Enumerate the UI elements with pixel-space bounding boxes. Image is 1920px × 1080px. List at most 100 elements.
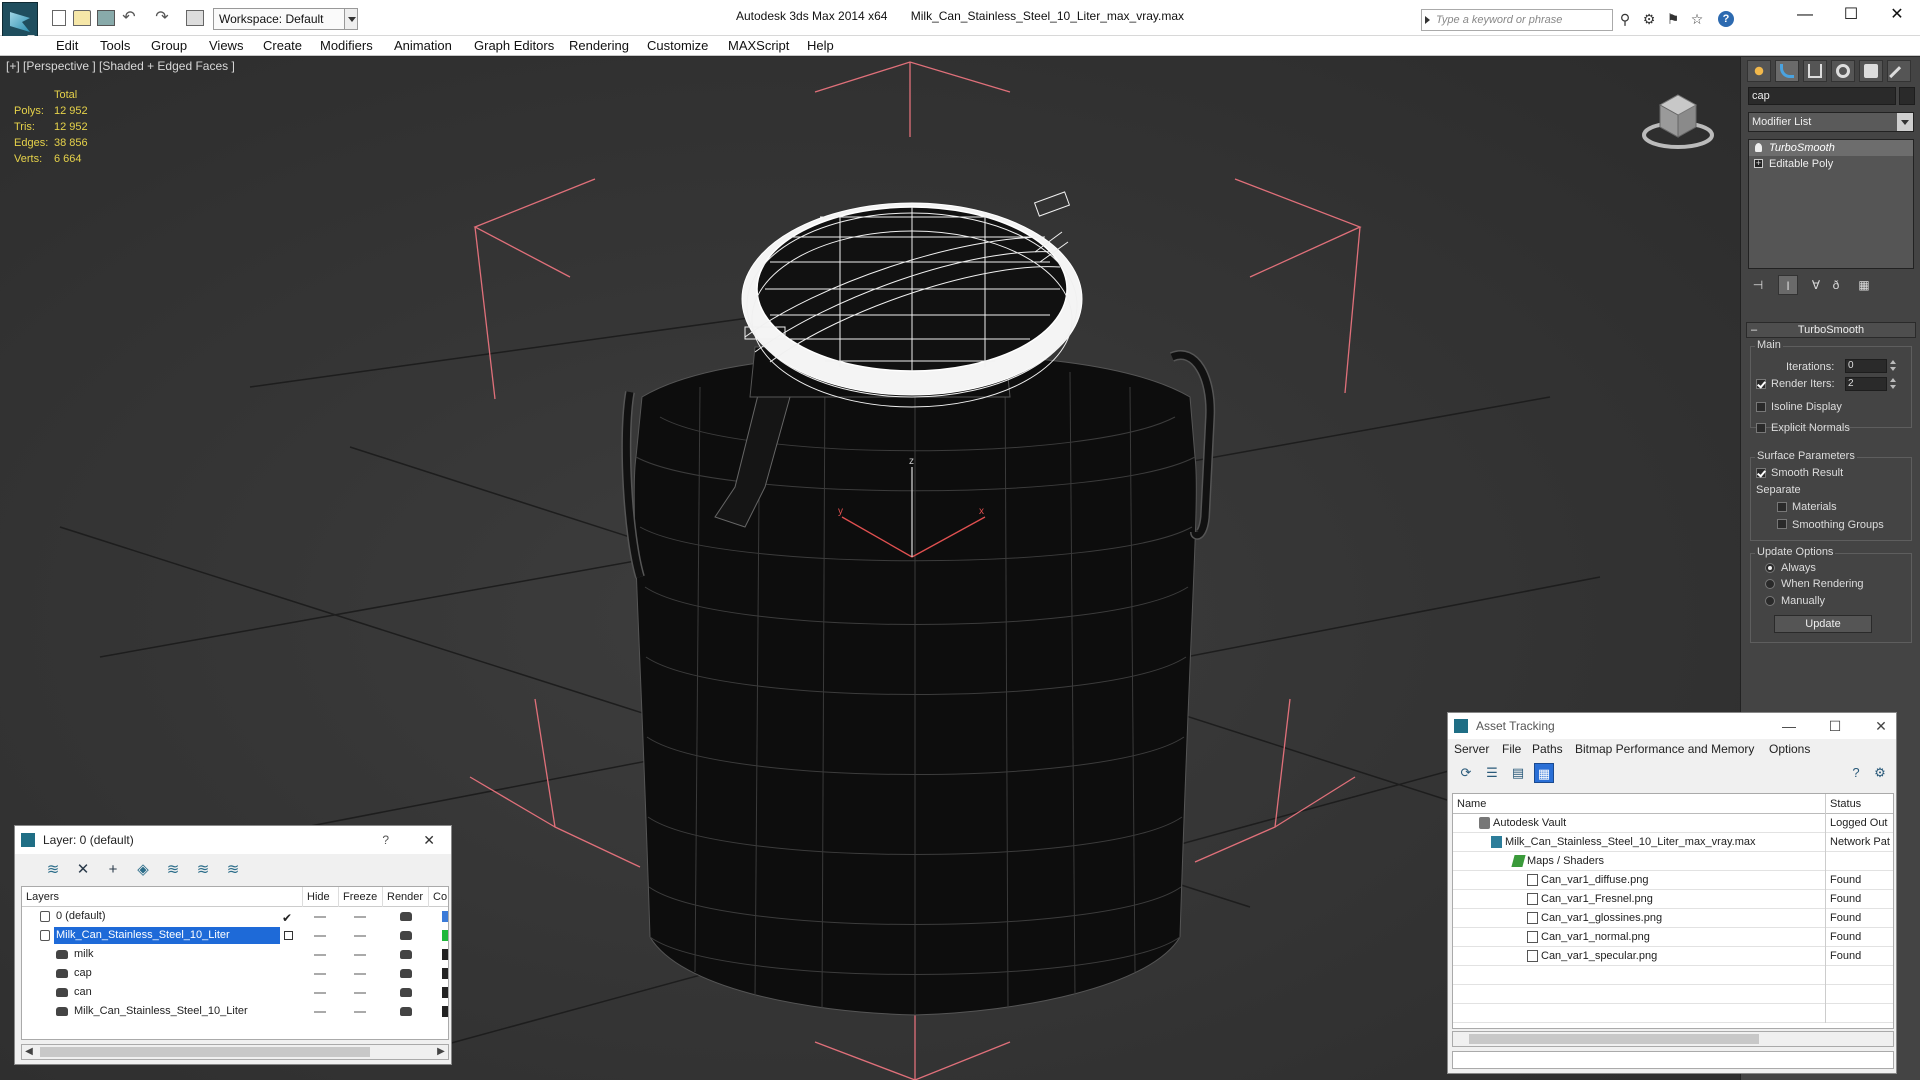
freeze-toggle[interactable] — [354, 954, 366, 956]
menu-animation[interactable]: Animation — [394, 36, 452, 56]
set-current-layer-box[interactable] — [284, 931, 293, 940]
menu-edit[interactable]: Edit — [56, 36, 78, 56]
layer-color-swatch[interactable] — [442, 987, 448, 998]
column-status[interactable]: Status — [1825, 794, 1893, 814]
help-search-input[interactable]: Type a keyword or phrase — [1421, 9, 1613, 31]
scrollbar-thumb[interactable] — [40, 1047, 370, 1057]
layer-color-swatch[interactable] — [442, 911, 448, 922]
tab-display[interactable] — [1859, 60, 1883, 82]
close-icon[interactable]: ✕ — [1866, 713, 1896, 739]
expand-plus-icon[interactable]: + — [1754, 159, 1763, 168]
menu-create[interactable]: Create — [263, 36, 302, 56]
turbosmooth-rollout-header[interactable]: – TurboSmooth — [1746, 322, 1916, 338]
render-iters-spinner-arrows[interactable] — [1890, 377, 1898, 391]
layer-dialog-titlebar[interactable]: Layer: 0 (default) ? ✕ — [15, 826, 451, 854]
object-name-field[interactable]: cap — [1748, 87, 1896, 105]
asset-row[interactable]: Can_var1_specular.png Found — [1453, 947, 1893, 966]
render-iters-checkbox[interactable] — [1756, 379, 1766, 389]
layer-row[interactable]: 0 (default) ✔ — [22, 907, 448, 926]
asset-row[interactable]: Can_var1_normal.png Found — [1453, 928, 1893, 947]
render-iters-spinner[interactable]: 2 — [1845, 377, 1887, 391]
render-teapot-icon[interactable] — [400, 988, 412, 997]
close-button[interactable]: ✕ — [1874, 0, 1920, 32]
layer-name[interactable]: Milk_Can_Stainless_Steel_10_Liter — [54, 927, 280, 944]
freeze-toggle[interactable] — [354, 1011, 366, 1013]
menu-help[interactable]: Help — [807, 36, 834, 56]
maximize-button[interactable]: ☐ — [1828, 0, 1874, 32]
hide-toggle[interactable] — [314, 1011, 326, 1013]
stack-item-turbosmooth[interactable]: TurboSmooth — [1749, 140, 1913, 156]
binoculars-icon[interactable]: ⚲ — [1616, 11, 1634, 27]
layer-color-swatch[interactable] — [442, 949, 448, 960]
modifier-stack[interactable]: TurboSmooth + Editable Poly — [1748, 139, 1914, 269]
asset-tracking-titlebar[interactable]: Asset Tracking — ☐ ✕ — [1448, 713, 1896, 739]
add-to-layer-icon[interactable]: + — [103, 860, 123, 880]
smoothing-groups-checkbox[interactable] — [1777, 519, 1787, 529]
layer-row[interactable]: cap — [22, 964, 448, 983]
freeze-toggle[interactable] — [354, 973, 366, 975]
hide-toggle[interactable] — [314, 916, 326, 918]
menu-server[interactable]: Server — [1454, 739, 1489, 759]
column-freeze[interactable]: Freeze — [338, 887, 377, 907]
freeze-toggle[interactable] — [354, 992, 366, 994]
show-end-result-icon[interactable]: I — [1778, 275, 1798, 295]
asset-horizontal-scrollbar[interactable] — [1452, 1031, 1894, 1047]
help-button[interactable]: ? — [382, 826, 389, 854]
tab-hierarchy[interactable] — [1803, 60, 1827, 82]
hide-toggle[interactable] — [314, 954, 326, 956]
minimize-icon[interactable]: — — [1774, 713, 1804, 739]
materials-checkbox[interactable] — [1777, 502, 1787, 512]
column-hide[interactable]: Hide — [302, 887, 330, 907]
viewport-label[interactable]: [+] [Perspective ] [Shaded + Edged Faces… — [6, 59, 235, 73]
menu-customize[interactable]: Customize — [647, 36, 708, 56]
asset-row[interactable]: Maps / Shaders — [1453, 852, 1893, 871]
help-icon[interactable]: ? — [1718, 11, 1734, 27]
viewcube-icon[interactable] — [1642, 85, 1714, 157]
create-new-layer-icon[interactable]: ≋ — [43, 860, 63, 880]
freeze-all-layers-icon[interactable]: ≋ — [223, 860, 243, 880]
asset-row[interactable]: Autodesk Vault Logged Out — [1453, 814, 1893, 833]
pin-stack-icon[interactable]: ⊣ — [1748, 275, 1768, 295]
manually-radio[interactable] — [1765, 596, 1775, 606]
asset-row[interactable]: Can_var1_Fresnel.png Found — [1453, 890, 1893, 909]
menu-group[interactable]: Group — [151, 36, 187, 56]
layer-row[interactable]: milk — [22, 945, 448, 964]
menu-maxscript[interactable]: MAXScript — [728, 36, 789, 56]
always-radio[interactable] — [1765, 563, 1775, 573]
object-color-swatch[interactable] — [1899, 87, 1915, 105]
menu-options[interactable]: Options — [1769, 739, 1810, 759]
make-unique-icon[interactable]: ∀ — [1806, 275, 1826, 295]
tab-create[interactable] — [1747, 60, 1771, 82]
layer-name[interactable]: 0 (default) — [54, 908, 110, 925]
menu-rendering[interactable]: Rendering — [569, 36, 629, 56]
tab-motion[interactable] — [1831, 60, 1855, 82]
render-teapot-icon[interactable] — [400, 950, 412, 959]
render-teapot-icon[interactable] — [400, 969, 412, 978]
explicit-normals-checkbox[interactable] — [1756, 423, 1766, 433]
iterations-spinner-arrows[interactable] — [1890, 359, 1898, 373]
scroll-left-icon[interactable]: ◀ — [22, 1045, 36, 1059]
menu-tools[interactable]: Tools — [100, 36, 130, 56]
column-layers[interactable]: Layers — [22, 887, 59, 907]
layer-color-swatch[interactable] — [442, 968, 448, 979]
layer-row[interactable]: Milk_Can_Stainless_Steel_10_Liter — [22, 1002, 448, 1021]
favorites-star-icon[interactable]: ☆ — [1688, 11, 1706, 27]
subscription-icon[interactable]: ⚙ — [1640, 11, 1658, 27]
render-teapot-icon[interactable] — [400, 1007, 412, 1016]
delete-layer-icon[interactable]: ✕ — [73, 860, 93, 880]
column-color[interactable]: Co — [428, 887, 447, 907]
asset-row[interactable]: Can_var1_glossines.png Found — [1453, 909, 1893, 928]
update-button[interactable]: Update — [1774, 615, 1872, 633]
refresh-icon[interactable]: ⟳ — [1456, 763, 1476, 783]
stack-item-editable-poly[interactable]: + Editable Poly — [1749, 156, 1913, 172]
isoline-display-checkbox[interactable] — [1756, 402, 1766, 412]
communication-center-icon[interactable]: ⚑ — [1664, 11, 1682, 27]
minimize-button[interactable]: — — [1782, 0, 1828, 32]
maximize-icon[interactable]: ☐ — [1820, 713, 1850, 739]
menu-graph-editors[interactable]: Graph Editors — [474, 36, 554, 56]
milk-can-mesh[interactable] — [621, 346, 1216, 1016]
tab-utilities[interactable] — [1887, 60, 1911, 86]
layer-color-swatch[interactable] — [442, 1006, 448, 1017]
remove-modifier-icon[interactable]: ð — [1826, 275, 1846, 295]
object-name[interactable]: can — [72, 984, 96, 1001]
